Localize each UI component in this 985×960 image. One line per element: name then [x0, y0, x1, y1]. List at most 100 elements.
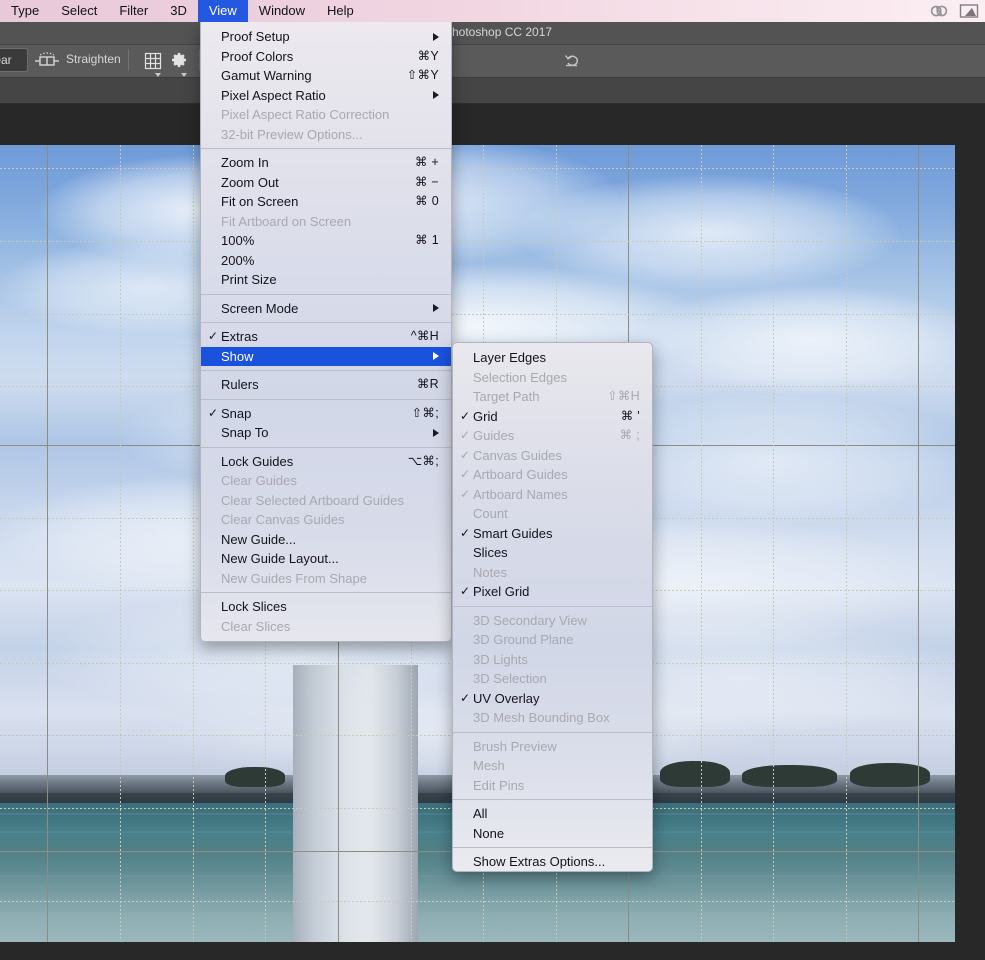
- view-menu-item-new-guide[interactable]: New Guide...: [201, 530, 451, 550]
- show-submenu-item-pixel-grid[interactable]: ✓ Pixel Grid: [453, 582, 652, 602]
- check-icon: ✓: [459, 584, 471, 598]
- view-menu-item-pixel-aspect-ratio[interactable]: Pixel Aspect Ratio: [201, 86, 451, 106]
- show-submenu-item-grid[interactable]: ✓ Grid ⌘ ': [453, 407, 652, 427]
- menu-separator: [201, 293, 451, 295]
- menu-separator: [453, 799, 652, 800]
- menu-item-shortcut: ⇧⌘;: [411, 405, 439, 420]
- system-menu-bar[interactable]: Type Select Filter 3D View Window Help: [0, 0, 985, 22]
- menu-item-label: Proof Colors: [221, 48, 294, 64]
- creative-cloud-icon[interactable]: [929, 3, 949, 19]
- view-menu-item-new-guide-layout[interactable]: New Guide Layout...: [201, 549, 451, 569]
- view-menu-item-200[interactable]: 200%: [201, 251, 451, 271]
- view-menu-item-100[interactable]: 100% ⌘ 1: [201, 231, 451, 251]
- show-submenu-item-uv-overlay[interactable]: ✓ UV Overlay: [453, 689, 652, 709]
- menubar-item-view[interactable]: View: [197, 0, 248, 22]
- menu-item-label: Layer Edges: [473, 350, 546, 365]
- app-title: hotoshop CC 2017: [452, 25, 553, 39]
- view-menu-item-gamut-warning[interactable]: Gamut Warning ⇧⌘Y: [201, 66, 451, 86]
- show-submenu-item-3d-ground-plane: 3D Ground Plane: [453, 630, 652, 650]
- menu-item-label: None: [473, 825, 505, 841]
- wifi-icon[interactable]: [959, 3, 979, 19]
- view-menu-item-lock-slices[interactable]: Lock Slices: [201, 597, 451, 617]
- menu-item-label: Grid: [473, 408, 498, 424]
- menubar-item-select[interactable]: Select: [50, 0, 108, 22]
- menubar-item-window[interactable]: Window: [248, 0, 316, 22]
- menu-item-shortcut: ⌘ ': [620, 408, 640, 423]
- show-submenu-item-edit-pins: Edit Pins: [453, 776, 652, 796]
- check-icon: ✓: [207, 405, 219, 420]
- menu-item-label: Zoom In: [221, 155, 269, 170]
- submenu-arrow-icon: [433, 428, 439, 437]
- menubar-item-help[interactable]: Help: [316, 0, 365, 22]
- menu-separator: [453, 731, 652, 733]
- gear-icon[interactable]: [168, 50, 188, 70]
- menu-item-label: Brush Preview: [473, 738, 557, 754]
- menu-item-label: Slices: [473, 545, 508, 560]
- check-icon: ✓: [207, 329, 219, 343]
- menu-item-label: Clear Slices: [221, 618, 291, 634]
- menu-separator: [201, 592, 451, 593]
- menu-item-shortcut: ⌘Y: [417, 48, 439, 63]
- view-menu-item-snap-to[interactable]: Snap To: [201, 423, 451, 443]
- show-submenu-item-layer-edges[interactable]: Layer Edges: [453, 348, 652, 368]
- show-submenu-item-3d-selection: 3D Selection: [453, 669, 652, 689]
- show-submenu-item-all[interactable]: All: [453, 804, 652, 824]
- menu-item-shortcut: ⌘ 0: [415, 194, 439, 208]
- menu-item-shortcut: ⌘ +: [414, 155, 439, 169]
- menu-item-label: 100%: [221, 233, 255, 248]
- view-menu-item-clear-canvas-guides: Clear Canvas Guides: [201, 510, 451, 530]
- menu-separator: [201, 398, 451, 400]
- view-menu-item-zoom-out[interactable]: Zoom Out ⌘ −: [201, 173, 451, 193]
- view-menu-item-lock-guides[interactable]: Lock Guides ⌥⌘;: [201, 452, 451, 472]
- view-menu-item-show[interactable]: Show: [201, 346, 451, 366]
- show-submenu-item-target-path: Target Path ⇧⌘H: [453, 387, 652, 407]
- menu-item-shortcut: ⇧⌘Y: [406, 68, 439, 82]
- menu-item-label: Notes: [473, 564, 507, 580]
- show-submenu-item-artboard-names: ✓ Artboard Names: [453, 485, 652, 505]
- menu-item-shortcut: ⌘R: [416, 377, 439, 391]
- menu-item-label: Target Path: [473, 389, 540, 404]
- view-menu-item-proof-setup[interactable]: Proof Setup: [201, 27, 451, 47]
- menu-item-label: Gamut Warning: [221, 68, 312, 83]
- menu-item-shortcut: ⌘ 1: [415, 233, 439, 247]
- submenu-arrow-icon: [433, 304, 439, 313]
- view-menu-item-screen-mode[interactable]: Screen Mode: [201, 299, 451, 319]
- menu-item-label: Mesh: [473, 758, 505, 773]
- show-submenu-item-slices[interactable]: Slices: [453, 543, 652, 563]
- check-icon: ✓: [459, 486, 471, 501]
- menu-separator: [201, 370, 451, 371]
- show-submenu[interactable]: Layer Edges Selection Edges Target Path ⇧⌘H…: [452, 342, 653, 872]
- menu-item-label: New Guides From Shape: [221, 570, 367, 586]
- menubar-item-3d[interactable]: 3D: [159, 0, 198, 22]
- grid-overlay-caret-icon[interactable]: [155, 73, 161, 77]
- undo-icon[interactable]: [563, 50, 583, 70]
- grid-overlay-icon[interactable]: [142, 50, 164, 72]
- menu-item-label: Lock Slices: [221, 599, 287, 614]
- show-submenu-item-none[interactable]: None: [453, 824, 652, 844]
- menu-item-label: 3D Secondary View: [473, 612, 587, 628]
- check-icon: ✓: [459, 408, 471, 423]
- view-menu-item-snap[interactable]: ✓ Snap ⇧⌘;: [201, 404, 451, 424]
- menu-item-label: Clear Selected Artboard Guides: [221, 492, 404, 508]
- menu-item-label: Fit on Screen: [221, 194, 299, 209]
- straighten-label[interactable]: Straighten: [66, 52, 121, 66]
- gear-caret-icon[interactable]: [181, 73, 187, 77]
- show-submenu-item-guides: ✓ Guides ⌘ ;: [453, 426, 652, 446]
- view-menu-item-proof-colors[interactable]: Proof Colors ⌘Y: [201, 47, 451, 67]
- view-menu-item-print-size[interactable]: Print Size: [201, 270, 451, 290]
- menu-item-label: Snap: [221, 405, 252, 421]
- view-menu-item-rulers[interactable]: Rulers ⌘R: [201, 375, 451, 395]
- view-menu-item-zoom-in[interactable]: Zoom In ⌘ +: [201, 153, 451, 173]
- clear-button[interactable]: ear: [0, 48, 28, 72]
- show-submenu-item-smart-guides[interactable]: ✓ Smart Guides: [453, 524, 652, 544]
- view-menu-item-extras[interactable]: ✓ Extras ^⌘H: [201, 327, 451, 347]
- menu-separator: [201, 446, 451, 448]
- menu-item-label: Clear Guides: [221, 473, 297, 488]
- view-menu-item-fit-on-screen[interactable]: Fit on Screen ⌘ 0: [201, 192, 451, 212]
- menubar-item-type[interactable]: Type: [0, 0, 50, 22]
- menubar-item-filter[interactable]: Filter: [108, 0, 159, 22]
- menu-item-label: Extras: [221, 329, 258, 344]
- menu-bar-status-items[interactable]: [929, 3, 985, 19]
- show-submenu-item-show-extras-options[interactable]: Show Extras Options...: [453, 852, 652, 871]
- view-menu-dropdown[interactable]: Proof Setup Proof Colors ⌘Y Gamut Warning ⇧⌘…: [200, 22, 452, 642]
